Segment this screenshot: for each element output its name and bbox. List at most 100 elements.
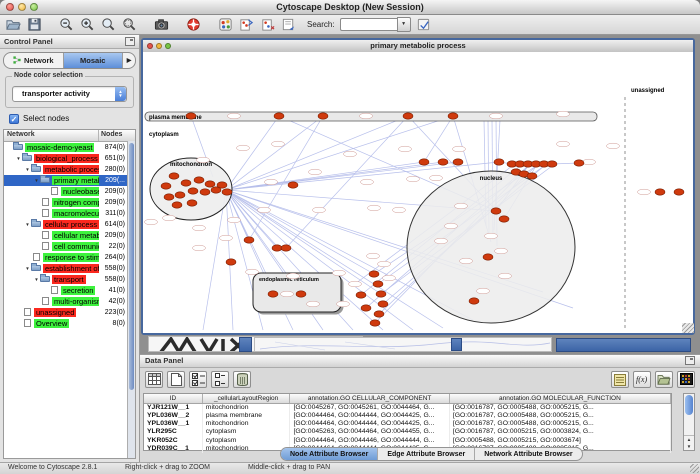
tree-row[interactable]: ▼cellular process614(0) xyxy=(4,219,135,230)
float-panel-icon[interactable] xyxy=(685,356,695,365)
tab-network-attribute-browser[interactable]: Network Attribute Browser xyxy=(475,448,581,460)
notepad-icon[interactable] xyxy=(611,371,629,388)
float-panel-icon[interactable] xyxy=(125,37,135,46)
network-node[interactable] xyxy=(222,189,232,195)
network-node[interactable] xyxy=(172,202,182,208)
window-resize-grip[interactable] xyxy=(682,323,694,333)
background-window[interactable] xyxy=(556,338,691,352)
table-row[interactable]: YPL036W__1mitochondrion[GO:0044464, GO:0… xyxy=(144,420,671,428)
network-node[interactable] xyxy=(181,180,191,186)
network-node[interactable] xyxy=(369,271,379,277)
zoom-out-icon[interactable] xyxy=(58,16,74,32)
expander-icon[interactable]: ▼ xyxy=(15,156,22,161)
tab-network[interactable]: Network xyxy=(4,53,64,68)
network-node[interactable] xyxy=(296,291,306,297)
column-header[interactable]: annotation.GO MOLECULAR_FUNCTION xyxy=(450,394,671,403)
tree-row[interactable]: multi-organism pro42(0) xyxy=(4,296,135,307)
network-node[interactable] xyxy=(274,113,284,119)
table-row[interactable]: YLR295Ccytoplasm[GO:0045263, GO:0044464,… xyxy=(144,428,671,436)
background-window[interactable] xyxy=(254,337,552,352)
network-node[interactable] xyxy=(205,181,215,187)
expander-icon[interactable]: ▼ xyxy=(33,178,40,183)
zoom-selected-icon[interactable] xyxy=(121,16,137,32)
network-canvas[interactable]: plasma membranecytoplasmmitochondrionnuc… xyxy=(143,52,693,333)
network-edge[interactable] xyxy=(226,116,323,190)
resize-grip[interactable] xyxy=(690,464,699,473)
network-node[interactable] xyxy=(419,159,429,165)
network-node[interactable] xyxy=(453,159,463,165)
minimize-icon[interactable] xyxy=(18,3,26,11)
network-node[interactable] xyxy=(169,173,179,179)
network-node[interactable] xyxy=(438,159,448,165)
tree-column-nodes[interactable]: Nodes xyxy=(99,130,135,141)
select-rows-icon[interactable] xyxy=(211,371,229,388)
zoom-window-icon[interactable] xyxy=(165,43,171,49)
tree-row[interactable]: unassigned223(0) xyxy=(4,307,135,318)
network-node[interactable] xyxy=(491,208,501,214)
network-node[interactable] xyxy=(376,291,386,297)
background-window[interactable] xyxy=(451,338,462,351)
help-icon[interactable] xyxy=(185,16,201,32)
table-scrollbar-thumb[interactable] xyxy=(685,395,693,415)
tree-row[interactable]: cell communicat22(0) xyxy=(4,241,135,252)
network-node[interactable] xyxy=(574,160,584,166)
network-node[interactable] xyxy=(161,183,171,189)
table-scrollbar-arrows[interactable]: ▲▼ xyxy=(684,435,694,450)
minimize-icon[interactable] xyxy=(156,43,162,49)
network-node[interactable] xyxy=(403,113,413,119)
tree-row[interactable]: nitrogen compo209(0) xyxy=(4,197,135,208)
tree-column-network[interactable]: Network xyxy=(4,130,99,141)
network-node[interactable] xyxy=(448,113,458,119)
search-dropdown-icon[interactable]: ▼ xyxy=(397,17,411,32)
table-scrollbar[interactable]: ▲▼ xyxy=(683,393,695,451)
network-node[interactable] xyxy=(187,200,197,206)
network-node[interactable] xyxy=(655,189,665,195)
expander-icon[interactable]: ▼ xyxy=(24,266,31,271)
tree-row[interactable]: ▼primary metabo209(... xyxy=(4,175,135,186)
network-node[interactable] xyxy=(164,194,174,200)
import-network-icon[interactable] xyxy=(238,16,254,32)
network-node[interactable] xyxy=(217,182,227,188)
edit-attributes-icon[interactable] xyxy=(280,16,296,32)
tab-edge-attribute-browser[interactable]: Edge Attribute Browser xyxy=(378,448,475,460)
delete-attributes-icon[interactable] xyxy=(189,371,207,388)
tree-row[interactable]: cellular metabo209(0) xyxy=(4,230,135,241)
tree-row[interactable]: mosaic-demo-yeast874(0) xyxy=(4,142,135,153)
network-node[interactable] xyxy=(674,189,684,195)
expander-icon[interactable]: ▼ xyxy=(24,222,31,227)
tree-row[interactable]: ▼transport558(0) xyxy=(4,274,135,285)
zoom-fit-icon[interactable] xyxy=(100,16,116,32)
open-session-icon[interactable] xyxy=(5,16,21,32)
network-node[interactable] xyxy=(272,245,282,251)
network-node[interactable] xyxy=(226,259,236,265)
network-node[interactable] xyxy=(318,113,328,119)
column-header[interactable]: ID xyxy=(144,394,203,403)
tree-row[interactable]: response to stimul264(0) xyxy=(4,252,135,263)
select-attributes-icon[interactable] xyxy=(145,371,163,388)
network-node[interactable] xyxy=(194,177,204,183)
column-header[interactable]: annotation.GO CELLULAR_COMPONENT xyxy=(290,394,449,403)
tree-scrollbar-thumb[interactable] xyxy=(129,143,134,390)
tree-row[interactable]: ▼metabolic process280(0) xyxy=(4,164,135,175)
tree-row[interactable]: ▼establishment of lo558(0) xyxy=(4,263,135,274)
network-node[interactable] xyxy=(374,311,384,317)
close-icon[interactable] xyxy=(6,3,14,11)
vizmapper-icon[interactable] xyxy=(217,16,233,32)
tree-row[interactable]: Overview8(0) xyxy=(4,318,135,329)
close-icon[interactable] xyxy=(147,43,153,49)
heatmap-icon[interactable] xyxy=(677,371,695,388)
network-edge[interactable] xyxy=(226,190,374,274)
tree-row[interactable]: secretion41(0) xyxy=(4,285,135,296)
save-session-icon[interactable] xyxy=(26,16,42,32)
network-node[interactable] xyxy=(370,320,380,326)
network-node[interactable] xyxy=(175,192,185,198)
zoom-window-icon[interactable] xyxy=(30,3,38,11)
function-icon[interactable]: f(x) xyxy=(633,371,651,388)
network-node[interactable] xyxy=(361,305,371,311)
background-window[interactable] xyxy=(239,337,252,352)
network-node[interactable] xyxy=(499,216,509,222)
select-nodes-checkbox[interactable]: ✓ xyxy=(9,114,19,124)
column-header[interactable]: _cellularLayoutRegion xyxy=(203,394,291,403)
tree-row[interactable]: nucleobase-209(0) xyxy=(4,186,135,197)
network-node[interactable] xyxy=(244,237,254,243)
